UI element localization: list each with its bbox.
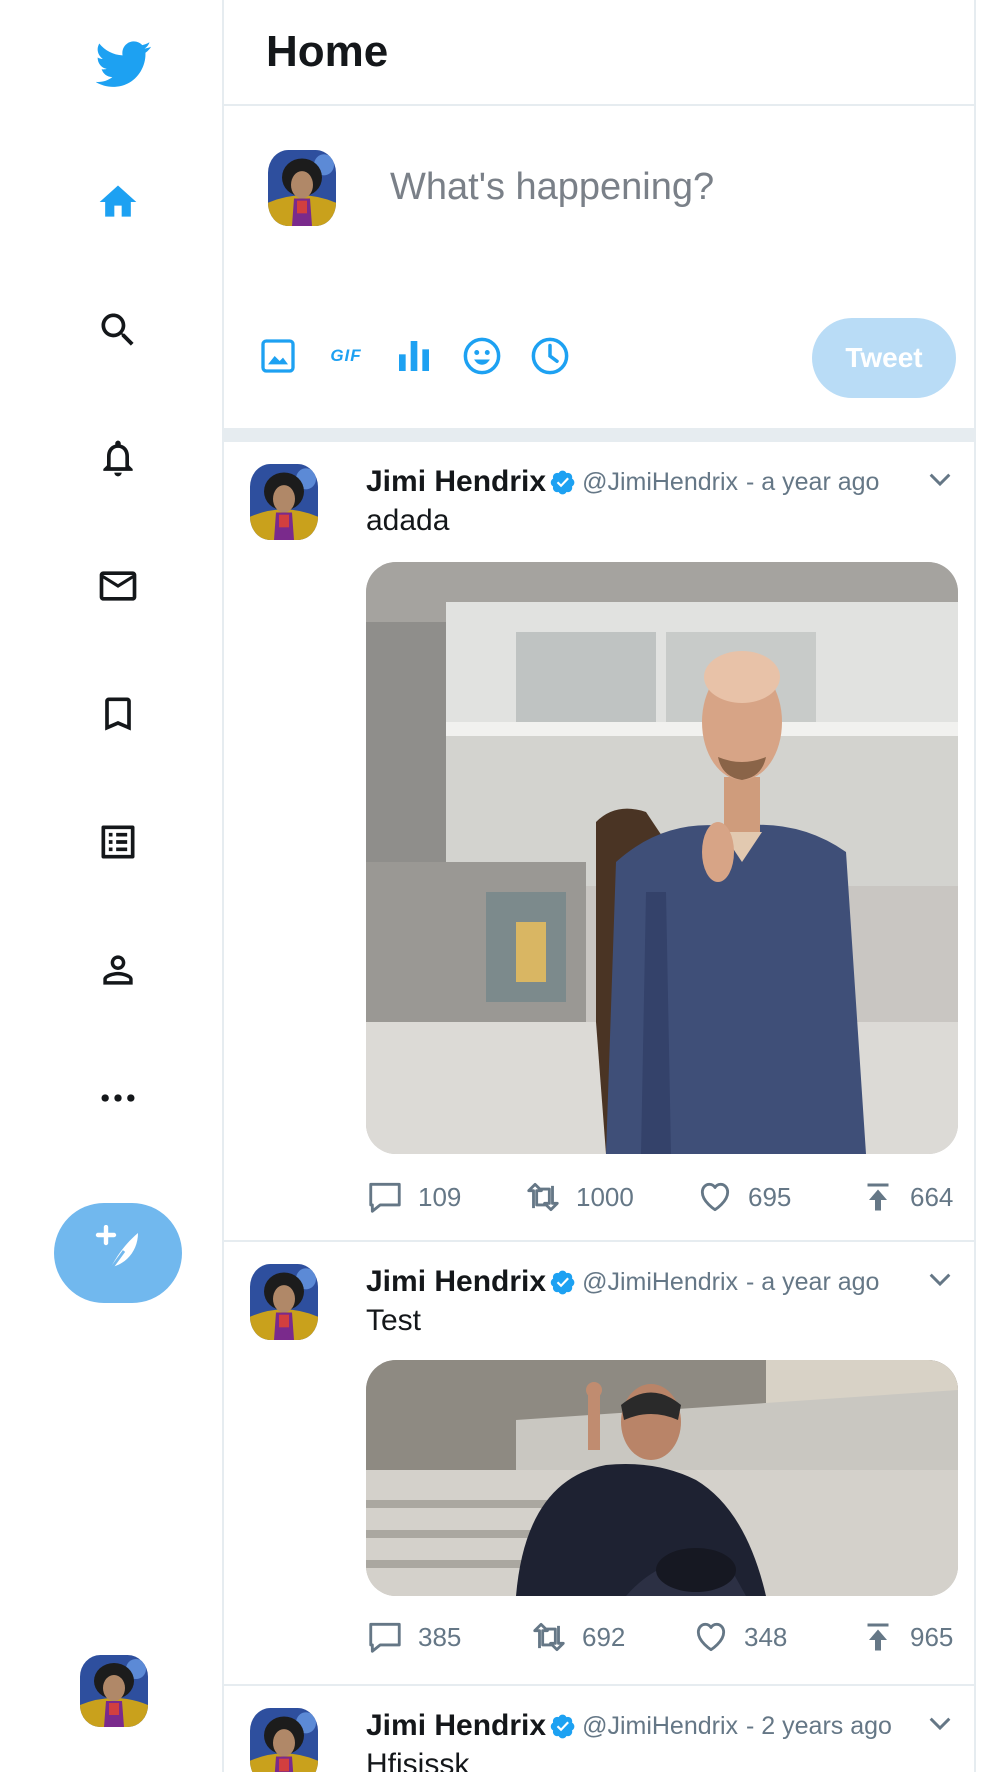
author-name[interactable]: Jimi Hendrix (366, 1709, 546, 1743)
retweet-icon (533, 1622, 565, 1652)
gif-icon: GIF (330, 346, 362, 365)
bookmark-icon (105, 697, 131, 731)
retweet-button[interactable]: 1000 (524, 1174, 634, 1220)
author-name[interactable]: Jimi Hendrix (366, 1265, 546, 1299)
author-name[interactable]: Jimi Hendrix (366, 465, 546, 499)
like-count: 348 (744, 1621, 788, 1652)
add-gif-button[interactable]: GIF (324, 334, 368, 378)
account-avatar[interactable] (80, 1655, 148, 1727)
add-emoji-button[interactable] (460, 334, 504, 378)
like-button[interactable]: 695 (696, 1174, 791, 1220)
home-icon (99, 185, 137, 217)
reply-count: 109 (418, 1181, 462, 1212)
tweet-composer: GIF Tweet (224, 106, 974, 428)
add-image-button[interactable] (256, 334, 300, 378)
share-icon (867, 1623, 889, 1651)
person-icon (103, 955, 133, 985)
nav-profile[interactable] (88, 940, 148, 1000)
like-button[interactable]: 348 (692, 1614, 787, 1660)
tweet-text: adada (366, 504, 450, 537)
list-icon (101, 825, 135, 859)
verified-badge-icon (550, 1713, 576, 1739)
schedule-button[interactable] (528, 334, 572, 378)
verified-badge-icon (550, 1269, 576, 1295)
avatar[interactable] (250, 1264, 318, 1340)
main-timeline: Home GIF Tw (222, 0, 976, 1772)
nav-explore[interactable] (88, 300, 148, 360)
nav-lists[interactable] (88, 812, 148, 872)
tweet-text: Test (366, 1304, 422, 1337)
reply-icon (369, 1182, 401, 1213)
retweet-count: 692 (582, 1621, 626, 1652)
tweet-header: Jimi Hendrix @JimiHendrix - 2 years ago (366, 1704, 892, 1748)
like-count: 695 (748, 1181, 792, 1212)
avatar[interactable] (250, 1708, 318, 1772)
clock-icon (531, 337, 569, 375)
retweet-count: 1000 (576, 1181, 634, 1212)
avatar[interactable] (250, 464, 318, 540)
tweet-options-chevron-down-icon[interactable] (924, 464, 956, 496)
avatar[interactable] (268, 150, 336, 226)
reply-count: 385 (418, 1621, 462, 1652)
image-icon (261, 339, 295, 373)
tweet[interactable]: Jimi Hendrix @JimiHendrix - a year ago a… (224, 442, 974, 1242)
page-title: Home (266, 27, 389, 76)
share-count: 664 (910, 1181, 954, 1212)
reply-button[interactable]: 109 (366, 1174, 461, 1220)
retweet-button[interactable]: 692 (530, 1614, 625, 1660)
tweet[interactable]: Jimi Hendrix @JimiHendrix - a year ago T… (224, 1242, 974, 1686)
heart-icon (696, 1622, 726, 1652)
verified-badge-icon (550, 469, 576, 495)
author-handle[interactable]: @JimiHendrix (582, 1268, 738, 1297)
nav-more[interactable] (88, 1068, 148, 1128)
author-handle[interactable]: @JimiHendrix (582, 468, 738, 497)
nav-home[interactable] (88, 172, 148, 232)
nav-bookmarks[interactable] (88, 684, 148, 744)
reply-icon (369, 1622, 401, 1653)
nav-messages[interactable] (88, 556, 148, 616)
composer-divider (224, 428, 974, 442)
heart-icon (700, 1182, 730, 1212)
share-count: 965 (910, 1621, 954, 1652)
author-handle[interactable]: @JimiHendrix (582, 1712, 738, 1741)
poll-icon (399, 341, 429, 371)
add-poll-button[interactable] (392, 334, 436, 378)
reply-button[interactable]: 385 (366, 1614, 461, 1660)
tweet-button[interactable]: Tweet (812, 318, 956, 398)
tweet-timestamp: - a year ago (746, 467, 880, 496)
tweet-actions: 385 692 348 965 (366, 1614, 960, 1660)
share-icon (867, 1183, 889, 1211)
tweet-options-chevron-down-icon[interactable] (924, 1264, 956, 1296)
compose-tweet-button[interactable] (54, 1203, 182, 1303)
tweet-timestamp: - 2 years ago (746, 1711, 892, 1740)
compose-input[interactable] (390, 166, 910, 209)
bell-icon (103, 440, 133, 477)
search-icon (101, 313, 134, 346)
tweet-header: Jimi Hendrix @JimiHendrix - a year ago (366, 1260, 879, 1304)
tweet-timestamp: - a year ago (746, 1267, 880, 1296)
sidebar (0, 0, 222, 1772)
share-button[interactable]: 664 (860, 1174, 953, 1220)
twitter-logo-icon[interactable] (95, 36, 152, 92)
more-icon (101, 1094, 135, 1102)
tweet-text: Hfisjssk (366, 1748, 470, 1772)
tweet-options-chevron-down-icon[interactable] (924, 1708, 956, 1740)
tweet-media-image[interactable] (366, 1360, 958, 1596)
tweet[interactable]: Jimi Hendrix @JimiHendrix - 2 years ago … (224, 1686, 974, 1772)
mail-icon (99, 571, 137, 601)
retweet-icon (527, 1182, 559, 1212)
emoji-icon (463, 337, 501, 375)
feather-plus-icon (95, 1225, 138, 1274)
tweet-actions: 109 1000 695 664 (366, 1174, 960, 1220)
tweet-media-image[interactable] (366, 562, 958, 1154)
tweet-header: Jimi Hendrix @JimiHendrix - a year ago (366, 460, 879, 504)
share-button[interactable]: 965 (860, 1614, 953, 1660)
nav-notifications[interactable] (88, 428, 148, 488)
page-header: Home (224, 0, 974, 106)
